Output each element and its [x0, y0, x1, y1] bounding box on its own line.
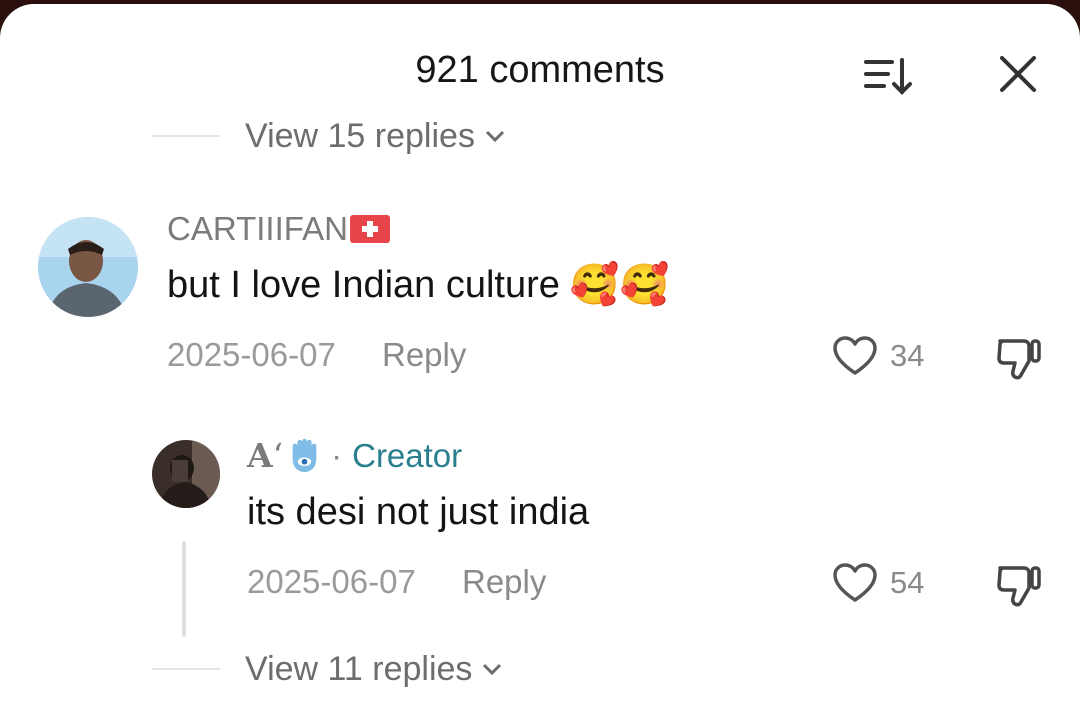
sort-icon[interactable]: [862, 54, 914, 98]
avatar[interactable]: [38, 217, 138, 317]
dislike-icon[interactable]: [994, 335, 1044, 381]
swiss-flag-icon: [349, 215, 390, 243]
creator-badge: Creator: [352, 437, 463, 474]
view-replies-button[interactable]: View 11 replies: [245, 649, 504, 689]
username-glyph: ‘: [272, 436, 284, 475]
hamsa-icon: [292, 438, 317, 473]
like-count: 54: [890, 565, 925, 600]
comment-date: 2025-06-07: [247, 563, 416, 600]
comment-username[interactable]: A ‘ · Creator: [247, 436, 462, 476]
reply-button[interactable]: Reply: [462, 562, 546, 602]
username-text: A: [247, 436, 273, 475]
heart-icon: [833, 563, 877, 602]
comment-username[interactable]: CARTIIIFAN: [167, 209, 390, 249]
comment-body: its desi not just india: [247, 491, 590, 533]
chevron-down-icon: [483, 663, 502, 676]
view-replies-button[interactable]: View 15 replies: [245, 116, 507, 156]
close-icon[interactable]: [996, 52, 1040, 96]
comment-text: but I love Indian culture 🥰🥰: [167, 262, 670, 308]
view-replies-label: View 15 replies: [245, 117, 475, 155]
smiling-hearts-emoji: 🥰🥰: [569, 263, 670, 307]
reply-button[interactable]: Reply: [382, 335, 466, 375]
chevron-down-icon: [485, 130, 505, 143]
comments-sheet: 921 comments View 15 replies CARTIIIFAN …: [0, 4, 1080, 711]
avatar[interactable]: [152, 440, 220, 508]
like-button[interactable]: 34: [832, 335, 924, 377]
like-button[interactable]: 54: [832, 562, 924, 604]
view-replies-label: View 11 replies: [245, 650, 473, 688]
like-count: 34: [890, 338, 925, 373]
dislike-icon[interactable]: [994, 562, 1044, 608]
comment-date: 2025-06-07: [167, 336, 336, 373]
separator: ·: [331, 437, 343, 474]
thread-line: [152, 668, 220, 670]
comment-text: its desi not just india: [247, 489, 589, 535]
comment-body: but I love Indian culture: [167, 264, 560, 306]
thread-line: [152, 135, 220, 137]
comments-count-title: 921 comments: [415, 49, 665, 91]
heart-icon: [833, 336, 877, 375]
username-text: CARTIIIFAN: [167, 210, 348, 247]
reply-thread-line: [182, 541, 186, 637]
